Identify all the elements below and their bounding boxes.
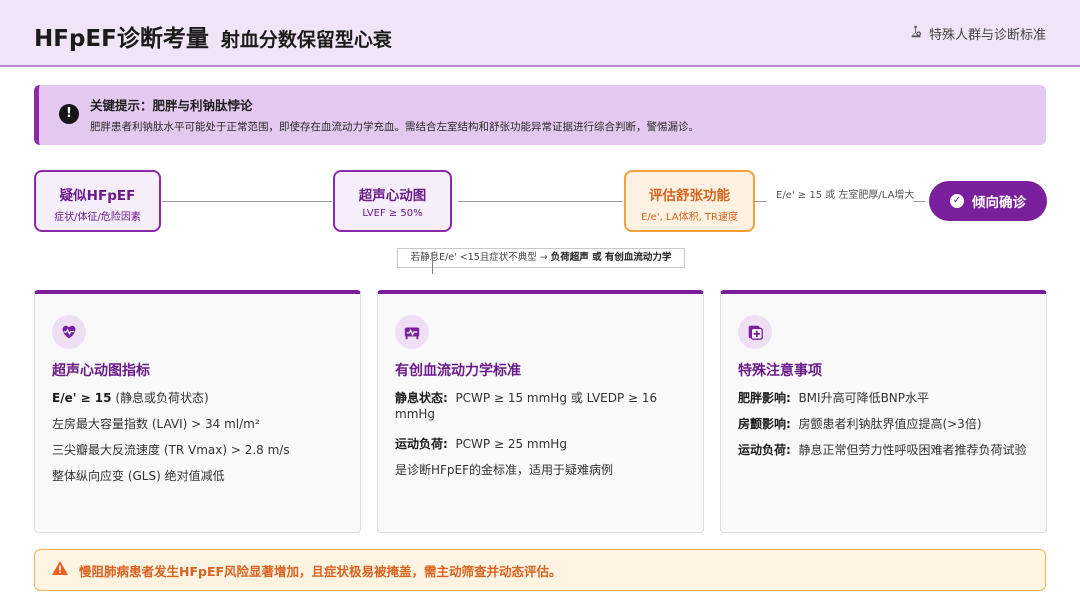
key-tip-callout: ! 关键提示：肥胖与利钠肽悖论 肥胖患者利钠肽水平可能处于正常范围，即使存在血流… (34, 85, 1046, 145)
card-row: 三尖瓣最大反流速度 (TR Vmax) > 2.8 m/s (52, 442, 348, 458)
warning-triangle-icon (51, 560, 69, 580)
flow-node-sub: LVEF ≥ 50% (362, 208, 423, 219)
card-body: 肥胖影响: BMI升高可降低BNP水平 房颤影响: 房颤患者利钠肽界值应提高(>… (738, 390, 1034, 468)
flow-node-title: 评估舒张功能 (649, 188, 730, 204)
exclamation-icon: ! (59, 104, 79, 124)
card-row-text: 静息正常但劳力性呼吸困难者推荐负荷试验 (790, 443, 1027, 457)
branch-note: 若静息E/e' <15且症状不典型 → 负荷超声 或 有创血流动力学 (397, 248, 685, 268)
card-body: E/e' ≥ 15 (静息或负荷状态) 左房最大容量指数 (LAVI) > 34… (52, 390, 348, 494)
flow-condition-label: E/e' ≥ 15 或 左室肥厚/LA增大 (776, 190, 915, 201)
card-row: 运动负荷: PCWP ≥ 25 mmHg (395, 436, 691, 452)
key-tip-title: 关键提示：肥胖与利钠肽悖论 (90, 98, 253, 113)
page-title: HFpEF诊断考量 射血分数保留型心衰 (34, 19, 392, 53)
card-special-notes: 特殊注意事项 肥胖影响: BMI升高可降低BNP水平 房颤影响: 房颤患者利钠肽… (720, 290, 1047, 533)
card-row: 左房最大容量指数 (LAVI) > 34 ml/m² (52, 416, 348, 432)
flow-connector (755, 201, 767, 202)
flow-node-sub: 症状/体征/危险因素 (54, 212, 141, 223)
heart-pulse-icon (52, 315, 86, 349)
card-row-label: 肥胖影响: (738, 391, 791, 405)
confirm-diagnosis-button[interactable]: ✓ 倾向确诊 (929, 181, 1047, 221)
confirm-diagnosis-label: 倾向确诊 (972, 195, 1026, 211)
card-row-text: 整体纵向应变 (GLS) 绝对值减低 (52, 469, 225, 483)
branch-connector (432, 252, 433, 274)
card-row-label: 房颤影响: (738, 417, 791, 431)
special-populations-link[interactable]: 特殊人群与诊断标准 (909, 24, 1046, 43)
copd-warning-banner: 慢阻肺病患者发生HFpEF风险显著增加，且症状极易被掩盖，需主动筛查并动态评估。 (34, 549, 1046, 591)
card-row-label: 运动负荷: (738, 443, 791, 457)
card-row-label: 运动负荷: (395, 437, 448, 451)
card-row-text: 房颤患者利钠肽界值应提高(>3倍) (790, 417, 982, 431)
branch-note-emphasis: 负荷超声 或 有创血流动力学 (550, 252, 672, 263)
card-row-label: 静息状态: (395, 391, 448, 405)
check-circle-icon: ✓ (950, 194, 964, 208)
card-title: 有创血流动力学标准 (395, 363, 521, 379)
card-row-text: 三尖瓣最大反流速度 (TR Vmax) > 2.8 m/s (52, 443, 290, 457)
card-row: 运动负荷: 静息正常但劳力性呼吸困难者推荐负荷试验 (738, 442, 1034, 458)
card-echo-indicators: 超声心动图指标 E/e' ≥ 15 (静息或负荷状态) 左房最大容量指数 (LA… (34, 290, 361, 533)
page-title-main: HFpEF诊断考量 (34, 26, 209, 52)
bed-monitor-icon (395, 315, 429, 349)
card-row: 是诊断HFpEF的金标准，适用于疑难病例 (395, 462, 691, 478)
microscope-icon (909, 25, 923, 43)
card-title: 特殊注意事项 (738, 363, 822, 379)
flow-connector (162, 201, 332, 202)
warning-text: 慢阻肺病患者发生HFpEF风险显著增加，且症状极易被掩盖，需主动筛查并动态评估。 (79, 563, 562, 579)
flow-node-title: 超声心动图 (358, 188, 427, 204)
card-row: 房颤影响: 房颤患者利钠肽界值应提高(>3倍) (738, 416, 1034, 432)
page-subtitle: 射血分数保留型心衰 (220, 29, 392, 51)
flow-connector (913, 201, 925, 202)
flow-connector (458, 201, 623, 202)
card-row-text: PCWP ≥ 25 mmHg (447, 437, 567, 451)
flow-node-diastolic[interactable]: 评估舒张功能 E/e', LA体积, TR速度 (624, 170, 755, 232)
flow-node-echo[interactable]: 超声心动图 LVEF ≥ 50% (333, 170, 452, 232)
card-row: E/e' ≥ 15 (静息或负荷状态) (52, 390, 348, 406)
card-invasive-hemodynamics: 有创血流动力学标准 静息状态: PCWP ≥ 15 mmHg 或 LVEDP ≥… (377, 290, 704, 533)
card-row-text: 左房最大容量指数 (LAVI) > 34 ml/m² (52, 417, 260, 431)
card-row-text: (静息或负荷状态) (111, 391, 209, 405)
special-populations-link-label: 特殊人群与诊断标准 (928, 28, 1046, 43)
flow-node-suspected[interactable]: 疑似HFpEF 症状/体征/危险因素 (34, 170, 161, 232)
card-row: 肥胖影响: BMI升高可降低BNP水平 (738, 390, 1034, 406)
card-row: 整体纵向应变 (GLS) 绝对值减低 (52, 468, 348, 484)
header-bar: HFpEF诊断考量 射血分数保留型心衰 特殊人群与诊断标准 (0, 0, 1080, 67)
card-title: 超声心动图指标 (52, 363, 150, 379)
medical-notes-icon (738, 315, 772, 349)
card-row-label: E/e' ≥ 15 (52, 391, 112, 405)
card-row-text: BMI升高可降低BNP水平 (790, 391, 930, 405)
flow-node-sub: E/e', LA体积, TR速度 (640, 212, 738, 223)
flow-node-title: 疑似HFpEF (59, 188, 136, 204)
card-body: 静息状态: PCWP ≥ 15 mmHg 或 LVEDP ≥ 16 mmHg 运… (395, 390, 691, 488)
card-row: 静息状态: PCWP ≥ 15 mmHg 或 LVEDP ≥ 16 mmHg (395, 390, 691, 422)
key-tip-text: 肥胖患者利钠肽水平可能处于正常范围，即使存在血流动力学充血。需结合左室结构和舒张… (90, 121, 699, 133)
card-row-text: 是诊断HFpEF的金标准，适用于疑难病例 (395, 463, 614, 477)
